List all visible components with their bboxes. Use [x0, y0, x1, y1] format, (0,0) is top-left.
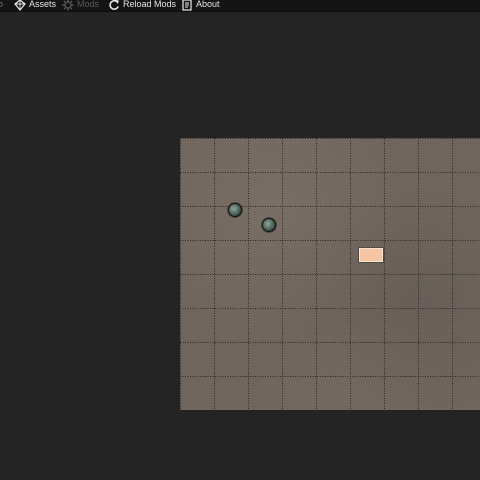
menu-mods[interactable]: Mods [62, 0, 99, 11]
map-workspace[interactable] [0, 12, 480, 480]
menu-bar: o Assets [0, 0, 480, 12]
mods-gear-icon [62, 0, 74, 11]
menu-item-clipped[interactable]: o [0, 0, 3, 11]
reload-icon [108, 0, 120, 11]
menu-assets[interactable]: Assets [14, 0, 56, 11]
map-token[interactable] [262, 218, 276, 232]
app-window: o Assets [0, 0, 480, 480]
map-token[interactable] [228, 203, 242, 217]
map-grid [180, 138, 480, 410]
menu-about-label: About [196, 0, 220, 9]
about-document-icon [181, 0, 193, 11]
menu-reload-mods-label: Reload Mods [123, 0, 177, 9]
map-marker[interactable] [359, 248, 383, 262]
menu-item-clipped-label: o [0, 0, 3, 10]
menu-about[interactable]: About [181, 0, 220, 11]
menu-assets-label: Assets [29, 0, 57, 9]
menu-mods-label: Mods [77, 0, 100, 9]
assets-gem-icon [14, 0, 26, 11]
menu-reload-mods[interactable]: Reload Mods [108, 0, 176, 11]
map-board[interactable] [180, 138, 480, 410]
